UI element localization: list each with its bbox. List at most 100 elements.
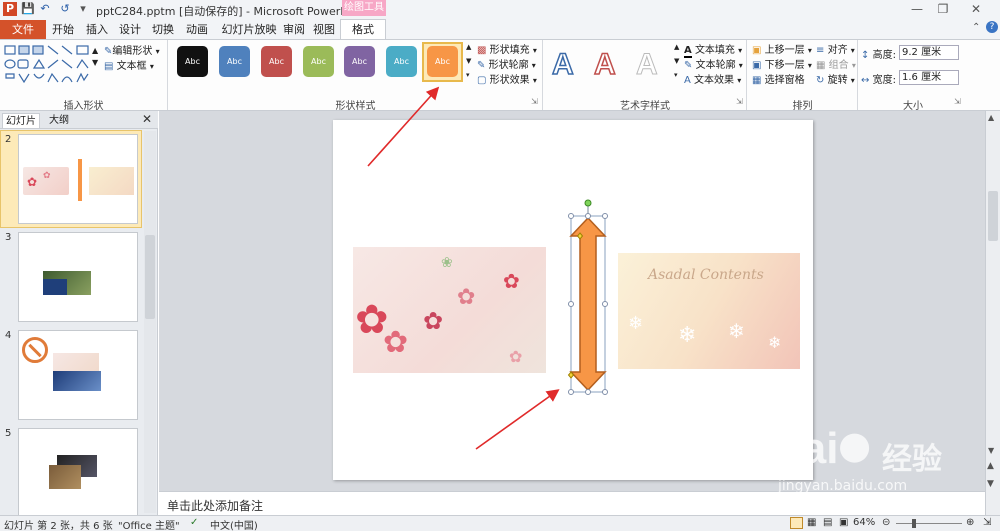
slide-thumbnail-2[interactable]: ✿ ✿ [18,134,138,224]
tab-file[interactable]: 文件 [0,20,46,39]
zoom-in-icon[interactable]: ⊕ [966,517,974,528]
tab-home[interactable]: 开始 [50,21,76,39]
tab-slides[interactable]: 幻灯片 [2,113,40,128]
close-icon[interactable]: ✕ [963,1,989,18]
editor-scrollbar-thumb[interactable] [988,191,998,241]
zoom-level[interactable]: 64% [853,517,875,528]
save-icon[interactable]: 💾 [21,2,35,16]
gallery-scroll-down-icon[interactable]: ▼ [92,58,98,67]
slideshow-icon[interactable]: ▣ [839,517,848,528]
wordart-red-outline[interactable]: A [593,47,616,82]
styles-scroll-up-icon[interactable]: ▲ [466,43,471,51]
style-swatch-red[interactable]: Abc [261,46,292,77]
group-shape-styles: Abc Abc Abc Abc Abc Abc Abc ▲ ▼ ▾ ▩ 形状填充… [169,40,543,112]
banner-image-text: Asadal Contents [648,267,764,283]
shapes-gallery[interactable] [4,44,92,88]
tab-review[interactable]: 审阅 [281,21,307,39]
banner-image[interactable]: Asadal Contents ❄ ❄ ❄ ❄ [618,253,800,369]
group-button[interactable]: ▦ 组合 ▾ [816,56,856,71]
notes-pane[interactable]: 单击此处添加备注 [159,491,985,515]
styles-scroll-down-icon[interactable]: ▼ [466,57,471,65]
text-outline-icon: ✎ [684,60,693,71]
scroll-down-icon[interactable]: ▼ [988,446,994,455]
text-box-icon: ▤ [104,61,114,72]
edit-shape-button[interactable]: ✎编辑形状 ▾ [104,42,160,57]
next-slide-icon[interactable]: ▼ [987,479,994,489]
hidden-slide-icon [22,337,48,363]
help-icon[interactable]: ? [986,21,998,33]
wordart-more-icon[interactable]: ▾ [674,71,678,79]
style-swatch-green[interactable]: Abc [303,46,334,77]
tab-view[interactable]: 视图 [311,21,337,39]
redo-icon[interactable]: ↺ [58,2,72,16]
customize-toolbar-icon[interactable]: ▾ [76,2,90,16]
wordart-scroll-down-icon[interactable]: ▼ [674,57,679,65]
scroll-up-icon[interactable]: ▲ [988,113,994,122]
text-fill-button[interactable]: A 文本填充 ▾ [684,41,742,58]
slide-thumbnail-3[interactable] [18,232,138,322]
close-pane-icon[interactable]: ✕ [142,112,152,126]
style-swatch-blue[interactable]: Abc [219,46,250,77]
size-dialog-launcher-icon[interactable]: ⇲ [954,97,961,106]
shape-fill-button[interactable]: ▩ 形状填充 ▾ [477,41,537,56]
minimize-icon[interactable]: — [904,1,930,18]
height-spinner[interactable]: 9.2 厘米 [899,45,959,60]
gallery-scroll-up-icon[interactable]: ▲ [92,46,98,55]
height-label: ↕ 高度: [861,50,896,61]
text-effects-button[interactable]: A 文本效果 ▾ [684,71,741,86]
spellcheck-icon[interactable]: ✓ [190,517,198,528]
text-outline-button[interactable]: ✎ 文本轮廓 ▾ [684,56,743,71]
wordart-gray-outline[interactable]: A [636,48,659,82]
text-fill-label: 文本填充 [694,45,735,56]
selection-pane-button[interactable]: ▦ 选择窗格 [752,71,805,86]
style-swatch-black[interactable]: Abc [177,46,208,77]
slides-scrollbar[interactable] [144,131,156,513]
flower-image[interactable]: ✿ ✿ ✿ ✿ ✿ ✿ ❀ [353,247,546,373]
zoom-slider[interactable] [896,523,962,524]
zoom-slider-thumb[interactable] [912,519,916,528]
bring-forward-button[interactable]: ▣ 上移一层 ▾ [752,41,812,56]
fit-to-window-icon[interactable]: ⇲ [983,517,991,528]
style-swatch-orange[interactable]: Abc [427,46,458,77]
rotate-button[interactable]: ↻ 旋转 ▾ [816,71,855,86]
language[interactable]: 中文(中国) [210,517,258,532]
bring-forward-label: 上移一层 [764,45,805,56]
tab-outline[interactable]: 大纲 [44,113,74,128]
style-swatch-purple[interactable]: Abc [344,46,375,77]
send-backward-button[interactable]: ▣ 下移一层 ▾ [752,56,812,71]
undo-icon[interactable]: ↶ [38,2,52,16]
double-arrow-shape[interactable] [565,199,611,396]
shape-styles-dialog-launcher-icon[interactable]: ⇲ [531,97,538,106]
tab-insert[interactable]: 插入 [84,21,110,39]
previous-slide-icon[interactable]: ▲ [987,461,994,471]
shape-outline-button[interactable]: ✎ 形状轮廓 ▾ [477,56,536,71]
tab-transitions[interactable]: 切换 [150,21,176,39]
styles-more-icon[interactable]: ▾ [466,71,470,79]
width-spinner[interactable]: 1.6 厘米 [899,70,959,85]
slides-scrollbar-thumb[interactable] [145,235,155,319]
slide-thumbnail-5[interactable] [18,428,138,518]
tab-animations[interactable]: 动画 [184,21,210,39]
tab-slideshow[interactable]: 幻灯片放映 [218,21,280,39]
wordart-scroll-up-icon[interactable]: ▲ [674,43,679,51]
reading-view-icon[interactable]: ▤ [823,517,832,528]
tab-format[interactable]: 格式 [340,19,386,40]
slide-sorter-icon[interactable]: ▦ [807,517,816,528]
editor-vertical-scrollbar[interactable]: ▲ ▼ ▲ ▼ [985,111,1000,515]
shape-effects-button[interactable]: ▢ 形状效果 ▾ [477,71,537,86]
restore-icon[interactable]: ❐ [930,1,956,18]
slide-canvas[interactable]: ✿ ✿ ✿ ✿ ✿ ✿ ❀ Asadal Contents ❄ ❄ ❄ ❄ [333,120,813,480]
text-box-label: 文本框 [116,61,147,72]
zoom-out-icon[interactable]: ⊝ [882,517,890,528]
slide-number: 2 [5,134,12,145]
group-label-insert-shapes: 插入形状 [63,101,104,112]
wordart-blue-outline[interactable]: A [551,47,574,82]
collapse-ribbon-icon[interactable]: ⌃ [972,22,980,33]
group-icon: ▦ [816,60,826,71]
normal-view-icon[interactable] [790,517,803,529]
style-swatch-aqua[interactable]: Abc [386,46,417,77]
wordart-dialog-launcher-icon[interactable]: ⇲ [736,97,743,106]
text-box-button[interactable]: ▤ 文本框 ▾ [104,57,154,72]
align-button[interactable]: ≡ 对齐 ▾ [816,41,855,56]
tab-design[interactable]: 设计 [117,21,143,39]
